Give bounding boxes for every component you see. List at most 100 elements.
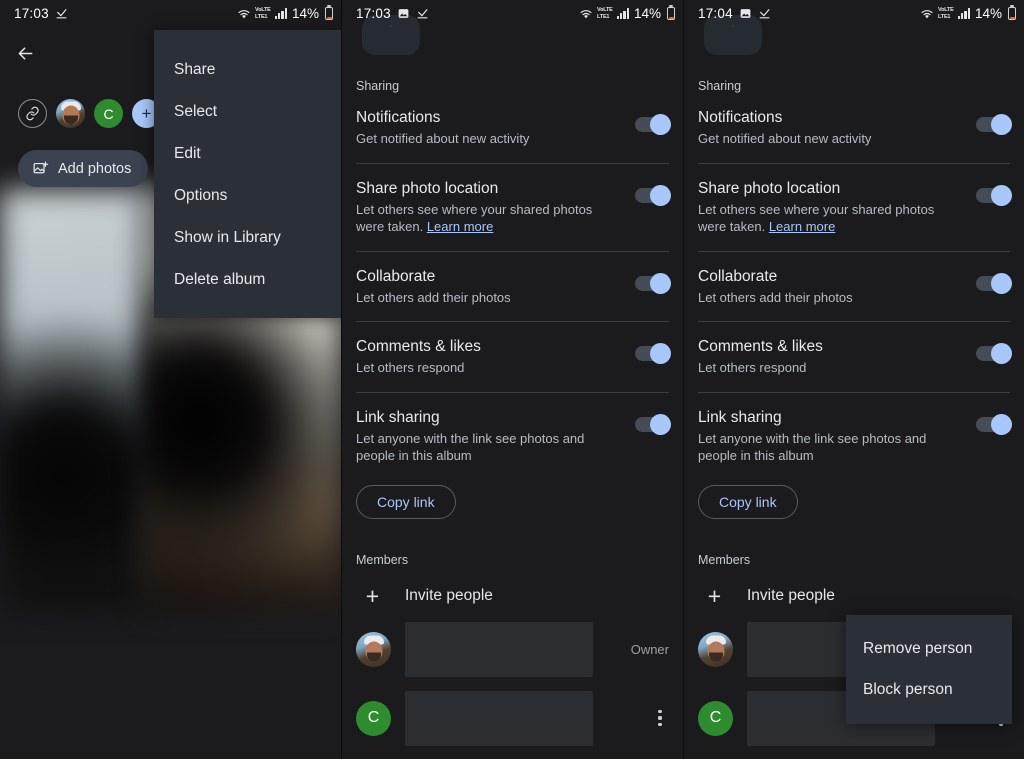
panel-sharing-settings: 17:03 VoLTE LTE1 14% Sharing Notificatio… [341, 0, 683, 759]
table-row[interactable]: Owner [342, 608, 683, 677]
setting-subtitle: Let others respond [356, 360, 465, 375]
invite-people-row[interactable]: + Invite people [342, 567, 683, 608]
download-check-icon [416, 7, 429, 20]
download-check-icon [758, 7, 771, 20]
section-label-members: Members [356, 552, 409, 567]
setting-subtitle: Get notified about new activity [356, 131, 530, 146]
setting-subtitle: Let others see where your shared photos … [356, 201, 617, 236]
setting-subtitle: Let others add their photos [698, 289, 853, 305]
back-button[interactable] [10, 38, 40, 68]
battery-icon [325, 7, 333, 20]
owner-avatar[interactable] [56, 99, 85, 128]
link-chip[interactable] [18, 99, 47, 128]
photos-icon [739, 7, 752, 20]
member-avatar-c[interactable]: C [94, 99, 123, 128]
plus-icon: + [707, 582, 722, 609]
panel-album-detail: 17:03 VoLTE LTE1 14% C + Add photos Shar… [0, 0, 341, 759]
comments-likes-toggle[interactable] [635, 343, 671, 364]
wifi-icon [237, 8, 251, 20]
add-photos-label: Add photos [58, 160, 132, 177]
status-time: 17:04 [698, 6, 733, 21]
battery-icon [1008, 7, 1016, 20]
setting-row-share-photo-location[interactable]: Share photo location Let others see wher… [698, 164, 1012, 236]
comments-likes-toggle[interactable] [976, 343, 1012, 364]
setting-title: Collaborate [698, 267, 778, 285]
menu-item-edit[interactable]: Edit [154, 136, 341, 172]
battery-percent: 14% [974, 6, 1002, 21]
status-bar-mid: 17:03 VoLTE LTE1 14% [342, 0, 683, 27]
settings-scroll-mid[interactable]: Sharing Notifications Get notified about… [342, 15, 683, 759]
setting-title: Link sharing [356, 408, 440, 426]
copy-link-button[interactable]: Copy link [356, 484, 456, 519]
menu-item-show-in-library[interactable]: Show in Library [154, 220, 341, 256]
setting-title: Comments & likes [698, 338, 823, 355]
invite-people-label: Invite people [405, 587, 493, 604]
battery-percent: 14% [633, 6, 661, 21]
invite-people-label: Invite people [747, 587, 835, 604]
menu-item-remove-person[interactable]: Remove person [846, 631, 1012, 667]
invite-people-row[interactable]: + Invite people [684, 567, 1024, 608]
sharing-settings-list: Notifications Get notified about new act… [342, 93, 683, 519]
volte-icon: VoLTE LTE1 [597, 7, 613, 20]
setting-row-link-sharing[interactable]: Link sharing Let anyone with the link se… [698, 393, 1012, 465]
member-overflow-button[interactable] [651, 710, 669, 726]
add-photo-icon [32, 160, 49, 177]
copy-link-button[interactable]: Copy link [698, 484, 798, 519]
share-photo-location-toggle[interactable] [635, 184, 671, 206]
section-label-sharing: Sharing [698, 79, 742, 93]
setting-title: Notifications [356, 109, 441, 126]
setting-row-notifications[interactable]: Notifications Get notified about new act… [356, 93, 671, 148]
download-check-icon [55, 7, 68, 20]
setting-title: Comments & likes [356, 338, 481, 355]
member-name-redacted [405, 690, 593, 746]
member-name-redacted [405, 621, 593, 677]
setting-subtitle: Let others see where your shared photos … [698, 201, 958, 236]
share-photo-location-toggle[interactable] [976, 184, 1012, 206]
collaborate-toggle[interactable] [976, 272, 1012, 294]
section-label-sharing: Sharing [356, 79, 400, 93]
back-arrow-icon[interactable] [10, 38, 40, 68]
setting-title: Share photo location [356, 179, 499, 197]
album-overflow-menu: Share Select Edit Options Show in Librar… [154, 30, 341, 318]
setting-title: Collaborate [356, 267, 436, 285]
menu-item-block-person[interactable]: Block person [846, 672, 1012, 708]
setting-row-link-sharing[interactable]: Link sharing Let anyone with the link se… [356, 393, 671, 465]
member-role-label: Owner [630, 641, 669, 657]
member-chip-row: C + [18, 99, 161, 128]
setting-row-share-photo-location[interactable]: Share photo location Let others see wher… [356, 164, 671, 236]
notifications-toggle[interactable] [976, 114, 1012, 135]
volte-icon: VoLTE LTE1 [938, 7, 954, 20]
table-row[interactable]: C [342, 677, 683, 746]
menu-item-options[interactable]: Options [154, 178, 341, 214]
add-photos-button[interactable]: Add photos [18, 150, 149, 187]
status-time: 17:03 [356, 6, 391, 21]
setting-row-notifications[interactable]: Notifications Get notified about new act… [698, 93, 1012, 148]
setting-row-comments-likes[interactable]: Comments & likes Let others respond [698, 322, 1012, 377]
learn-more-link[interactable]: Learn more [769, 219, 835, 234]
album-photo-thumb[interactable] [0, 190, 144, 610]
notifications-toggle[interactable] [635, 114, 671, 135]
setting-subtitle: Let anyone with the link see photos and … [698, 430, 927, 464]
signal-bars-icon [616, 8, 629, 19]
menu-item-delete-album[interactable]: Delete album [154, 262, 341, 298]
member-avatar-c: C [356, 700, 391, 736]
setting-title: Share photo location [698, 179, 841, 197]
menu-item-select[interactable]: Select [154, 94, 341, 130]
learn-more-link[interactable]: Learn more [427, 219, 493, 234]
menu-item-share[interactable]: Share [154, 52, 341, 88]
setting-row-comments-likes[interactable]: Comments & likes Let others respond [356, 322, 671, 377]
setting-row-collaborate[interactable]: Collaborate Let others add their photos [698, 252, 1012, 307]
volte-icon: VoLTE LTE1 [255, 7, 271, 20]
section-label-members: Members [698, 552, 751, 567]
status-bar-right: 17:04 VoLTE LTE1 14% [684, 0, 1024, 27]
member-avatar-c: C [698, 700, 733, 736]
sharing-settings-list: Notifications Get notified about new act… [684, 93, 1024, 519]
photos-icon [397, 7, 410, 20]
wifi-icon [579, 8, 593, 20]
owner-avatar [356, 631, 391, 667]
link-sharing-toggle[interactable] [635, 413, 671, 435]
collaborate-toggle[interactable] [635, 272, 671, 294]
link-sharing-toggle[interactable] [976, 413, 1012, 435]
owner-avatar [698, 631, 733, 667]
setting-row-collaborate[interactable]: Collaborate Let others add their photos [356, 252, 671, 307]
